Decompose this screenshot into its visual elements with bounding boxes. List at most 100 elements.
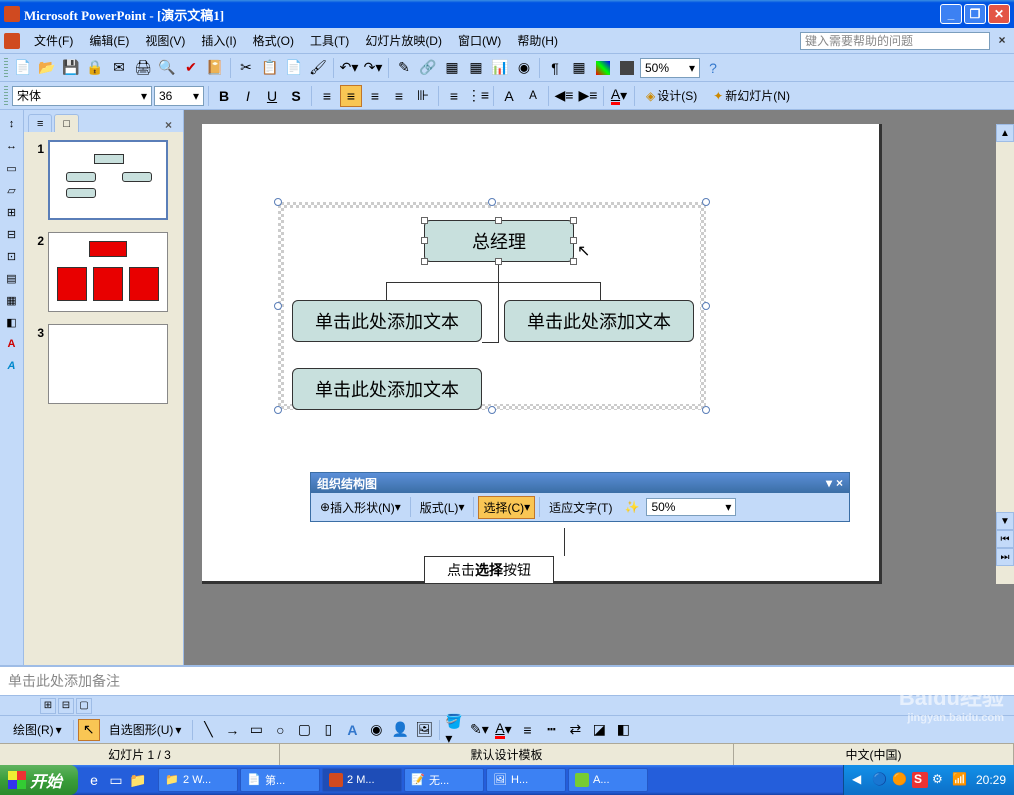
tool-icon[interactable]: ⊟ <box>2 224 22 244</box>
menu-insert[interactable]: 插入(I) <box>195 30 242 51</box>
font-color-icon[interactable]: A▾ <box>492 719 514 741</box>
3d-style-icon[interactable]: ◧ <box>612 719 634 741</box>
align-center-icon[interactable]: ≡ <box>340 85 362 107</box>
taskbar-item[interactable]: 📄第... <box>240 768 320 792</box>
research-icon[interactable]: 📔 <box>204 57 226 79</box>
desktop-icon[interactable]: ▭ <box>106 770 126 790</box>
decrease-indent-icon[interactable]: ◀≡ <box>553 85 575 107</box>
copy-icon[interactable]: 📋 <box>259 57 281 79</box>
color-icon[interactable] <box>592 57 614 79</box>
sorter-view-icon[interactable]: ⊟ <box>58 698 74 714</box>
tool-icon[interactable]: ▤ <box>2 268 22 288</box>
outline-tab[interactable]: ≡ <box>28 114 52 132</box>
org-chart-box[interactable]: 单击此处添加文本 <box>292 300 482 342</box>
diagram-frame[interactable]: ↖ 总经理 单击此处添加文本 单击此处添加文本 单击此处添加文本 <box>272 196 712 416</box>
font-color-icon[interactable]: A▾ <box>608 85 630 107</box>
tool-icon[interactable]: ⊞ <box>2 202 22 222</box>
format-painter-icon[interactable]: 🖌 <box>307 57 329 79</box>
slide-thumbnail[interactable]: 1 <box>28 140 179 220</box>
chart-icon[interactable]: 📊 <box>489 57 511 79</box>
table-icon[interactable]: ▦ <box>441 57 463 79</box>
paste-icon[interactable]: 📄 <box>283 57 305 79</box>
close-document-button[interactable]: × <box>994 33 1010 49</box>
menu-tools[interactable]: 工具(T) <box>304 30 355 51</box>
open-icon[interactable]: 📂 <box>36 57 58 79</box>
scroll-up-icon[interactable]: ▲ <box>996 124 1014 142</box>
distributed-icon[interactable]: ⊪ <box>412 85 434 107</box>
tray-icon[interactable]: 🔵 <box>872 772 888 788</box>
slide-thumbnail[interactable]: 3 <box>28 324 179 404</box>
numbering-icon[interactable]: ≡ <box>443 85 465 107</box>
slides-tab[interactable]: □ <box>54 114 79 132</box>
tray-icon[interactable]: S <box>912 772 928 788</box>
slide-canvas[interactable]: ↖ 总经理 单击此处添加文本 单击此处添加文本 单击此处添加文本 组织结构图 ▾… <box>184 110 1014 665</box>
slideshow-view-icon[interactable]: ▢ <box>76 698 92 714</box>
arrow-icon[interactable]: ↕ <box>2 114 22 134</box>
minimize-button[interactable]: _ <box>940 4 962 24</box>
menu-file[interactable]: 文件(F) <box>28 30 79 51</box>
tool-icon[interactable]: ▱ <box>2 180 22 200</box>
help-search-input[interactable] <box>800 32 990 50</box>
tray-icon[interactable]: 🟠 <box>892 772 908 788</box>
taskbar-item[interactable]: 2 M... <box>322 768 402 792</box>
align-right-icon[interactable]: ≡ <box>364 85 386 107</box>
border-icon[interactable]: ▦ <box>465 57 487 79</box>
arrow-icon[interactable]: ↔ <box>2 136 22 156</box>
print-preview-icon[interactable]: 🔍 <box>156 57 178 79</box>
org-chart-top-box[interactable]: ↖ 总经理 <box>424 220 574 262</box>
textbox-icon[interactable]: ▢ <box>293 719 315 741</box>
picture-icon[interactable]: 🖼 <box>413 719 435 741</box>
close-button[interactable]: ✕ <box>988 4 1010 24</box>
menu-edit[interactable]: 编辑(E) <box>83 30 135 51</box>
taskbar-item[interactable]: 📁2 W... <box>158 768 238 792</box>
scroll-down-icon[interactable]: ▼ <box>996 512 1014 530</box>
arrow-style-icon[interactable]: ⇄ <box>564 719 586 741</box>
spellcheck-icon[interactable]: ✔ <box>180 57 202 79</box>
show-hide-icon[interactable]: ¶ <box>544 57 566 79</box>
draw-menu[interactable]: 绘图(R) ▾ <box>6 718 69 741</box>
close-panel-icon[interactable]: × <box>165 118 179 132</box>
toolbar-grip[interactable] <box>4 58 8 78</box>
zoom-combo[interactable]: 50%▾ <box>640 58 700 78</box>
undo-icon[interactable]: ↶▾ <box>338 57 360 79</box>
fill-color-icon[interactable]: 🪣▾ <box>444 719 466 741</box>
vtextbox-icon[interactable]: ▯ <box>317 719 339 741</box>
shadow-style-icon[interactable]: ◪ <box>588 719 610 741</box>
decrease-font-icon[interactable]: A <box>522 85 544 107</box>
design-button[interactable]: ◈设计(S) <box>639 84 704 107</box>
prev-slide-icon[interactable]: ⏮ <box>996 530 1014 548</box>
grayscale-icon[interactable] <box>616 57 638 79</box>
taskbar-item[interactable]: 📝无... <box>404 768 484 792</box>
menu-view[interactable]: 视图(V) <box>139 30 191 51</box>
redo-icon[interactable]: ↷▾ <box>362 57 384 79</box>
arrow-icon[interactable]: → <box>221 719 243 741</box>
permission-icon[interactable]: 🔒 <box>84 57 106 79</box>
org-chart-box[interactable]: 单击此处添加文本 <box>504 300 694 342</box>
font-size-combo[interactable]: 36▾ <box>154 86 204 106</box>
diagram-icon[interactable]: ◉ <box>365 719 387 741</box>
diagram-icon[interactable]: ◉ <box>513 57 535 79</box>
cut-icon[interactable]: ✂ <box>235 57 257 79</box>
new-slide-button[interactable]: ✦新幻灯片(N) <box>706 84 797 107</box>
rectangle-icon[interactable]: ▭ <box>245 719 267 741</box>
org-chart-box[interactable]: 单击此处添加文本 <box>292 368 482 410</box>
ie-icon[interactable]: e <box>84 770 104 790</box>
explorer-icon[interactable]: 📁 <box>128 770 148 790</box>
tray-icon[interactable]: 📶 <box>952 772 968 788</box>
start-button[interactable]: 开始 <box>0 765 78 795</box>
insert-shape-button[interactable]: ⊕ 插入形状(N) ▾ <box>315 496 406 519</box>
tray-icon[interactable]: ◀ <box>852 772 868 788</box>
clipart-icon[interactable]: 👤 <box>389 719 411 741</box>
tool-icon[interactable]: ⊡ <box>2 246 22 266</box>
grid-icon[interactable]: ▦ <box>568 57 590 79</box>
wordart-icon[interactable]: A <box>341 719 363 741</box>
diagram-zoom-combo[interactable]: 50%▾ <box>646 498 736 516</box>
autoformat-icon[interactable]: ✨ <box>620 497 645 517</box>
select-button[interactable]: 选择(C) ▾ <box>478 496 535 519</box>
clock[interactable]: 20:29 <box>976 773 1006 787</box>
print-icon[interactable]: 🖨 <box>132 57 154 79</box>
help-icon[interactable]: ? <box>702 57 724 79</box>
menu-format[interactable]: 格式(O) <box>247 30 300 51</box>
dash-style-icon[interactable]: ┅ <box>540 719 562 741</box>
select-arrow-icon[interactable]: ↖ <box>78 719 100 741</box>
